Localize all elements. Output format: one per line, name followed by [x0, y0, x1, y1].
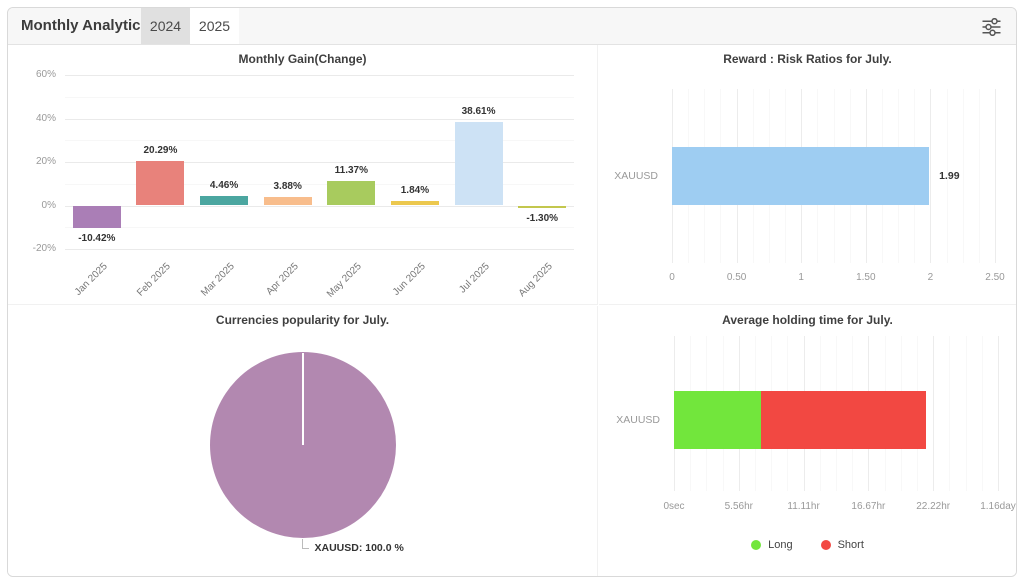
y-tick-label: 60%: [8, 69, 56, 80]
bar: [136, 161, 184, 205]
legend: Long Short: [599, 539, 1016, 551]
y-tick-label: 40%: [8, 113, 56, 124]
x-tick-label: Aug 2025: [517, 261, 555, 299]
legend-label: Short: [838, 539, 864, 551]
minor-gridline: [966, 336, 967, 491]
bar: [455, 122, 503, 206]
label-connector: [302, 548, 309, 549]
x-tick-label: Jun 2025: [391, 261, 428, 298]
x-tick-label: 2.50: [967, 272, 1017, 283]
chart-title-avg-holding: Average holding time for July.: [599, 313, 1016, 327]
legend-item-short[interactable]: Short: [821, 539, 864, 551]
gridline: [65, 75, 574, 76]
x-tick-label: May 2025: [325, 261, 364, 300]
legend-dot-short: [821, 540, 831, 550]
x-tick-label: Jan 2025: [73, 261, 110, 298]
x-tick-label: 16.67hr: [840, 501, 896, 512]
x-tick-label: Jul 2025: [457, 261, 492, 296]
bar: [672, 147, 929, 205]
slice-divider: [302, 353, 304, 445]
bar: [391, 201, 439, 205]
avg-holding-plot: 0sec 5.56hr 11.11hr 16.67hr 22.22hr 1.16day XA…: [599, 306, 1016, 576]
bar-value-label: 11.37%: [316, 165, 386, 176]
legend-item-long[interactable]: Long: [751, 539, 792, 551]
minor-gridline: [949, 336, 950, 491]
bar-value-label: 20.29%: [125, 145, 195, 156]
tab-2024[interactable]: 2024: [141, 8, 190, 44]
sliders-icon: [981, 18, 1002, 36]
y-tick-label: -20%: [8, 243, 56, 254]
bar: [327, 181, 375, 206]
gridline: [995, 89, 996, 263]
gridline: [65, 206, 574, 207]
category-label: XAUUSD: [599, 170, 658, 182]
x-tick-label: 1: [773, 272, 829, 283]
gridline: [65, 119, 574, 120]
panel-avg-holding: Average holding time for July. 0sec 5.56h…: [599, 306, 1016, 576]
legend-dot-long: [751, 540, 761, 550]
legend-label: Long: [768, 539, 792, 551]
x-tick-label: 1.50: [838, 272, 894, 283]
minor-gridline: [982, 336, 983, 491]
tab-2025[interactable]: 2025: [190, 8, 239, 44]
bar-value-label: 1.99: [939, 170, 959, 182]
panel-currency-popularity: Currencies popularity for July. XAUUSD: …: [8, 306, 598, 576]
minor-gridline: [979, 89, 980, 263]
x-tick-label: Apr 2025: [264, 261, 300, 297]
x-tick-label: 5.56hr: [711, 501, 767, 512]
y-tick-label: 20%: [8, 156, 56, 167]
bar: [518, 206, 566, 209]
year-tabs: 2024 2025: [141, 8, 239, 44]
bar-value-label: 1.84%: [380, 185, 450, 196]
panel-reward-risk: Reward : Risk Ratios for July. 0 0.50 1 1.5…: [599, 45, 1016, 305]
minor-gridline: [963, 89, 964, 263]
bar: [264, 197, 312, 205]
bar-value-label: 4.46%: [189, 180, 259, 191]
chart-title-monthly-gain: Monthly Gain(Change): [8, 52, 597, 66]
label-connector: [302, 539, 303, 548]
x-tick-label: Feb 2025: [136, 261, 174, 299]
gridline: [933, 336, 934, 491]
x-tick-label: 2: [902, 272, 958, 283]
x-tick-label: 0.50: [709, 272, 765, 283]
bar: [200, 196, 248, 206]
bar-segment-long: [674, 391, 761, 449]
bar-segment-short: [761, 391, 925, 449]
slice-label: XAUUSD: 100.0 %: [315, 542, 404, 554]
header-bar: Monthly Analytics 2024 2025: [8, 8, 1016, 45]
gridline: [998, 336, 999, 491]
x-tick-label: 11.11hr: [776, 501, 832, 512]
reward-risk-plot: 0 0.50 1 1.50 2 2.50 XAUUSD 1.99: [599, 45, 1016, 304]
x-tick-label: 0sec: [646, 501, 702, 512]
y-tick-label: 0%: [8, 200, 56, 211]
bar-value-label: 38.61%: [444, 106, 514, 117]
category-label: XAUUSD: [599, 414, 660, 426]
x-tick-label: 0: [644, 272, 700, 283]
monthly-gain-plot: -20% 0% 20% 40% 60% -10.42% Jan 2025 20.29% Feb …: [8, 45, 597, 304]
bar: [73, 206, 121, 229]
gridline: [65, 249, 574, 250]
currency-popularity-plot: XAUUSD: 100.0 %: [8, 306, 597, 576]
gridline: [930, 89, 931, 263]
page-title: Monthly Analytics: [21, 8, 149, 44]
x-tick-label: Mar 2025: [199, 261, 237, 299]
bar-value-label: -1.30%: [507, 213, 577, 224]
analytics-panel: Monthly Analytics 2024 2025 Monthly Gain…: [7, 7, 1017, 577]
bar-value-label: -10.42%: [62, 233, 132, 244]
x-tick-label: 1.16day: [970, 501, 1017, 512]
bar-value-label: 3.88%: [253, 181, 323, 192]
minor-gridline: [65, 227, 574, 228]
minor-gridline: [65, 97, 574, 98]
chart-title-reward-risk: Reward : Risk Ratios for July.: [599, 52, 1016, 66]
x-tick-label: 22.22hr: [905, 501, 961, 512]
panel-monthly-gain: Monthly Gain(Change) -20% 0% 20% 40% 60% -10.…: [8, 45, 598, 305]
filter-button[interactable]: [979, 16, 1003, 38]
charts-grid: Monthly Gain(Change) -20% 0% 20% 40% 60% -10.…: [8, 45, 1016, 576]
chart-title-currency-popularity: Currencies popularity for July.: [8, 313, 597, 327]
